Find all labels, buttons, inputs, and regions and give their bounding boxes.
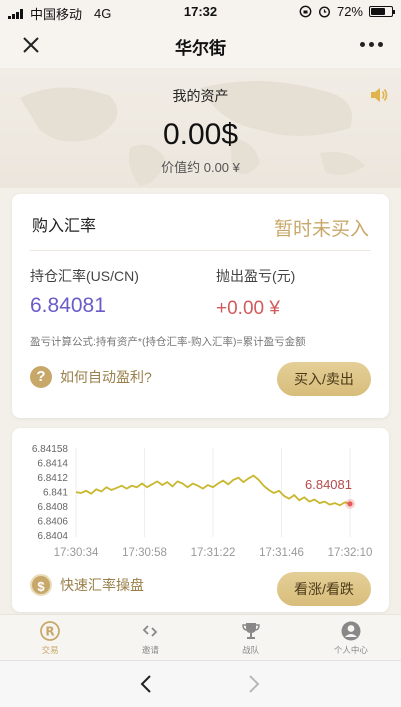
- more-dots-icon[interactable]: [360, 42, 383, 47]
- battery-icon: [369, 6, 395, 17]
- holding-rate-label: 持仓汇率(US/CN): [30, 268, 139, 284]
- question-icon: ?: [30, 366, 52, 388]
- buy-sell-button[interactable]: 买入/卖出: [277, 362, 371, 396]
- battery-percent: 72%: [336, 4, 363, 19]
- status-bar: 中国移动 4G 17:32 72%: [0, 0, 401, 22]
- tab-profile-label: 个人中心: [333, 644, 368, 655]
- y-tick-label: 6.8408: [37, 502, 68, 513]
- quick-trade-link[interactable]: $ 快速汇率操盘: [30, 574, 144, 596]
- battery-fill: [371, 8, 386, 15]
- auto-profit-help[interactable]: ? 如何自动盈利?: [30, 366, 152, 388]
- tab-trade-label: 交易: [41, 644, 59, 655]
- dollar-coin-icon: $: [30, 574, 52, 596]
- y-tick-label: 6.8406: [37, 517, 68, 528]
- tab-trade[interactable]: R 交易: [0, 615, 100, 660]
- svg-text:R: R: [46, 624, 55, 638]
- profit-loss-value: +0.00 ¥: [216, 298, 280, 319]
- divider: [30, 250, 371, 251]
- tab-invite[interactable]: 邀请: [100, 615, 200, 660]
- bottom-tab-bar: R 交易 邀请 战队 个人中心: [0, 614, 401, 660]
- trophy-icon: [241, 622, 260, 639]
- tab-profile[interactable]: 个人中心: [301, 615, 401, 660]
- status-right: 72%: [299, 4, 395, 19]
- assets-label: 我的资产: [172, 88, 229, 104]
- purchase-status: 暂时未买入: [273, 219, 369, 240]
- assets-amount: 0.00$: [162, 118, 239, 151]
- invite-link-icon: [143, 624, 158, 637]
- assets-value-cny: 价值约 0.00 ¥: [161, 160, 240, 175]
- asset-summary: 我的资产 0.00$ 价值约 0.00 ¥: [0, 68, 401, 188]
- x-tick-label: 17:31:46: [259, 547, 304, 559]
- speaker-icon[interactable]: [369, 86, 389, 104]
- x-tick-label: 17:30:58: [122, 547, 167, 559]
- trade-r-icon: R: [40, 620, 61, 641]
- back-arrow-icon[interactable]: [136, 673, 158, 695]
- x-tick-label: 17:32:10: [328, 547, 373, 559]
- rate-chart-card: 6.84158 6.8414 6.8412 6.841 6.8408 6.8406 6.84…: [12, 428, 389, 612]
- current-point-marker: [347, 501, 353, 507]
- user-profile-icon: [341, 621, 361, 640]
- profit-formula: 盈亏计算公式:持有资产*(持仓汇率-购入汇率)=累计盈亏金额: [30, 336, 306, 348]
- y-tick-label: 6.8414: [37, 459, 68, 470]
- profit-loss-label: 抛出盈亏(元): [216, 268, 296, 284]
- alarm-icon: [318, 6, 330, 18]
- rate-line-chart: 6.84158 6.8414 6.8412 6.841 6.8408 6.8406 6.84…: [32, 444, 373, 559]
- x-tick-label: 17:30:34: [54, 547, 99, 559]
- forward-arrow-icon[interactable]: [242, 673, 264, 695]
- browser-toolbar: [0, 660, 401, 707]
- bull-bear-button[interactable]: 看涨/看跌: [277, 572, 371, 606]
- y-tick-label: 6.84158: [32, 444, 69, 455]
- x-tick-label: 17:31:22: [191, 547, 236, 559]
- purchase-rate-card: 购入汇率 暂时未买入 持仓汇率(US/CN) 抛出盈亏(元) 6.84081 +…: [12, 194, 389, 418]
- rotation-lock-icon: [299, 5, 312, 18]
- nav-bar: 华尔街: [0, 22, 401, 68]
- y-tick-label: 6.841: [43, 488, 68, 499]
- purchase-rate-title: 购入汇率: [32, 218, 97, 235]
- page-title: 华尔街: [175, 39, 226, 58]
- quick-trade-text: 快速汇率操盘: [60, 577, 144, 593]
- tab-invite-label: 邀请: [141, 644, 159, 655]
- y-tick-label: 6.8404: [37, 531, 68, 542]
- tab-team-label: 战队: [242, 644, 260, 655]
- tab-team[interactable]: 战队: [201, 615, 301, 660]
- holding-rate-value: 6.84081: [30, 294, 106, 317]
- auto-profit-help-text: 如何自动盈利?: [60, 369, 152, 385]
- y-tick-label: 6.8412: [37, 473, 68, 484]
- current-rate-label: 6.84081: [305, 477, 352, 492]
